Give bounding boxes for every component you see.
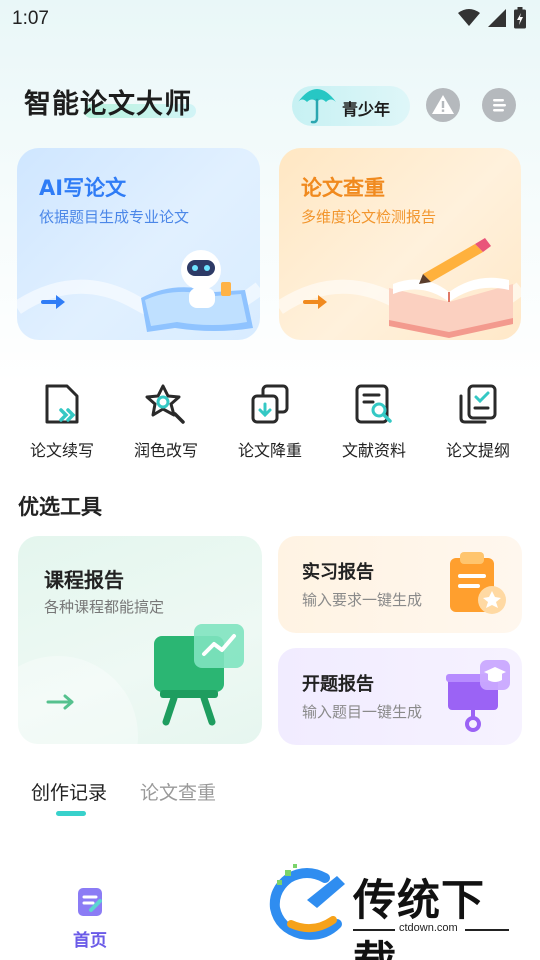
graduation-board-icon <box>446 660 510 732</box>
umbrella-icon <box>298 89 336 124</box>
tool-polish[interactable]: 润色改写 <box>114 380 218 470</box>
clipboard-star-icon <box>450 552 506 614</box>
watermark-line-left <box>353 929 395 931</box>
polish-star-search-icon <box>145 384 185 424</box>
ai-write-subtitle: 依据题目生成专业论文 <box>39 208 190 226</box>
featured-section-title: 优选工具 <box>18 495 102 519</box>
home-document-icon <box>78 888 102 916</box>
youth-mode-label: 青少年 <box>342 100 391 119</box>
internship-report-title: 实习报告 <box>302 562 374 583</box>
watermark-logo <box>269 864 345 940</box>
app-title: 智能论文大师 <box>24 89 192 120</box>
course-report-title: 课程报告 <box>44 568 124 592</box>
tools-row: 论文续写 润色改写 论文降重 文献资料 论文提纲 <box>0 380 540 470</box>
internship-report-subtitle: 输入要求一键生成 <box>302 591 423 609</box>
battery-icon <box>514 7 526 29</box>
plagiarism-check-subtitle: 多维度论文检测报告 <box>301 208 437 226</box>
document-search-icon <box>355 384 392 424</box>
ai-write-card[interactable]: AI写论文 依据题目生成专业论文 <box>17 148 260 340</box>
clipboard-check-icon <box>459 384 497 424</box>
proposal-report-card[interactable]: 开题报告 输入题目一键生成 <box>278 648 522 745</box>
watermark-url: ctdown.com <box>399 922 458 934</box>
status-bar: 1:07 <box>0 0 540 38</box>
document-continue-icon <box>45 384 79 424</box>
signal-icon <box>488 9 506 27</box>
arrow-right-icon <box>303 295 327 309</box>
arrow-right-icon <box>41 295 65 309</box>
course-report-card[interactable]: 课程报告 各种课程都能搞定 <box>18 536 262 744</box>
tool-label: 润色改写 <box>133 441 198 460</box>
proposal-report-subtitle: 输入题目一键生成 <box>302 703 423 721</box>
wifi-icon <box>458 9 480 26</box>
arrow-right-icon <box>46 694 74 710</box>
tool-outline[interactable]: 论文提纲 <box>426 380 530 470</box>
nav-home-label: 首页 <box>73 931 107 951</box>
exclamation-triangle-icon <box>432 95 454 114</box>
robot-writing-illustration <box>141 250 253 332</box>
tool-reduce-duplication[interactable]: 论文降重 <box>218 380 322 470</box>
plagiarism-check-card[interactable]: 论文查重 多维度论文检测报告 <box>279 148 521 340</box>
plagiarism-check-title: 论文查重 <box>301 176 385 200</box>
record-tabs: 创作记录 论文查重 <box>0 778 540 822</box>
tool-label: 论文降重 <box>237 441 302 460</box>
nav-home[interactable]: 首页 <box>60 880 120 951</box>
tab-active-indicator <box>56 811 86 816</box>
tool-continue-writing[interactable]: 论文续写 <box>10 380 114 470</box>
youth-mode-button[interactable]: 青少年 <box>292 86 410 126</box>
watermark-text: 传统下载 <box>353 876 485 960</box>
ai-write-title: AI写论文 <box>39 176 127 200</box>
menu-button[interactable] <box>482 88 516 122</box>
tab-plagiarism-records[interactable]: 论文查重 <box>140 778 216 805</box>
tool-label: 论文续写 <box>29 441 94 460</box>
internship-report-card[interactable]: 实习报告 输入要求一键生成 <box>278 536 522 633</box>
header: 智能论文大师 青少年 <box>0 78 540 128</box>
status-time: 1:07 <box>12 8 49 29</box>
tool-label: 论文提纲 <box>445 441 510 460</box>
watermark: 传统下载 ctdown.com <box>265 862 527 960</box>
status-icons <box>458 7 526 29</box>
copy-download-icon <box>251 384 289 424</box>
course-report-subtitle: 各种课程都能搞定 <box>44 598 165 616</box>
book-pencil-illustration <box>389 238 513 338</box>
presentation-board-icon <box>154 624 244 726</box>
tool-literature[interactable]: 文献资料 <box>322 380 426 470</box>
proposal-report-title: 开题报告 <box>302 674 374 695</box>
watermark-line-right <box>465 929 509 931</box>
tab-creation-records[interactable]: 创作记录 <box>31 778 107 805</box>
tool-label: 文献资料 <box>341 441 406 460</box>
alert-button[interactable] <box>426 88 460 122</box>
menu-lines-icon <box>493 99 506 112</box>
